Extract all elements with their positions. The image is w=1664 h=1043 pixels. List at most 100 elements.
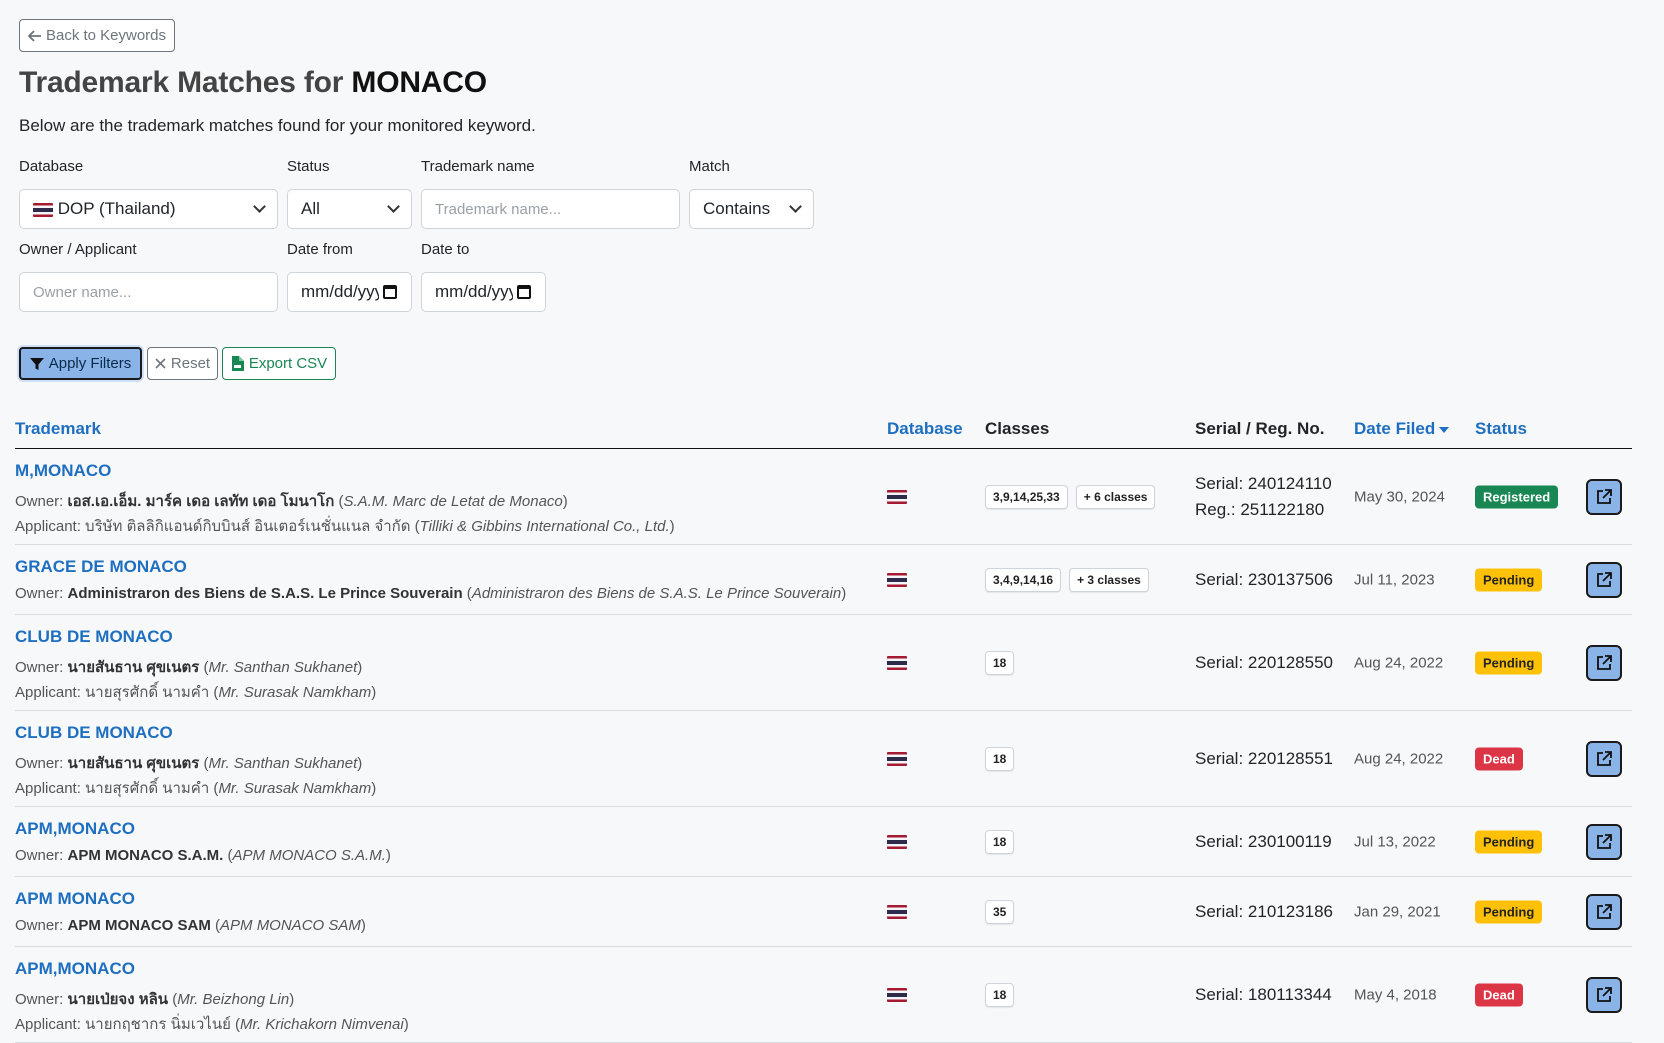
external-link-icon <box>1597 986 1612 1002</box>
chevron-down-icon <box>789 200 802 213</box>
serial-number: Serial: 180113344 <box>1195 984 1332 1004</box>
date-to-placeholder: mm/dd/yyyy <box>435 282 513 301</box>
column-header-database[interactable]: Database <box>887 419 963 439</box>
owner-name: APM MONACO SAM <box>67 917 211 934</box>
applicant-name: นายสุรศักดิ์ นามคำ <box>85 684 210 701</box>
column-header-status[interactable]: Status <box>1475 419 1527 439</box>
external-link-icon <box>1597 750 1612 766</box>
open-details-button[interactable] <box>1586 740 1622 777</box>
owner-name: เอส.เอ.เอ็ม. มาร์ค เดอ เลทัท เดอ โมนาโก <box>67 493 335 510</box>
date-to-input[interactable]: mm/dd/yyyy <box>421 272 546 312</box>
owner-input[interactable] <box>19 272 278 312</box>
owner-name-latin: APM MONACO S.A.M. <box>232 847 386 864</box>
owner-prefix: Owner: <box>15 493 68 510</box>
applicant-name: นายกฤชากร นิ่มเวไนย์ <box>85 1016 231 1033</box>
classes-cell: 18 <box>985 982 1015 1007</box>
thailand-flag-icon <box>33 202 53 217</box>
applicant-name: บริษัท ติลลิกิแอนด์กิบบินส์ อินเตอร์เนชั… <box>85 518 411 535</box>
trademark-name-link[interactable]: APM,MONACO <box>15 819 135 839</box>
status-value: All <box>301 199 320 218</box>
trademark-name-link[interactable]: CLUB DE MONACO <box>15 627 173 647</box>
owner-label: Owner / Applicant <box>19 241 137 258</box>
back-label: Back to Keywords <box>45 27 167 44</box>
trademark-name-link[interactable]: APM,MONACO <box>15 959 135 979</box>
trademark-name-label: Trademark name <box>421 158 535 175</box>
serial-cell: Serial: 180113344 <box>1195 982 1332 1008</box>
thailand-flag-icon <box>887 834 907 849</box>
owner-line: Owner: นายสันธาน ศุขเนตร (Mr. Santhan Su… <box>15 659 363 676</box>
date-filed: Aug 24, 2022 <box>1354 654 1444 671</box>
classes-cell: 18 <box>985 650 1015 675</box>
owner-name: นายเป่ยจง หลิน <box>67 991 169 1008</box>
date-filed-header-label: Date Filed <box>1354 419 1436 438</box>
trademark-results-table: Trademark Database Classes Serial / Reg.… <box>15 411 1632 1043</box>
calendar-icon[interactable] <box>517 285 531 299</box>
owner-name-latin: APM MONACO SAM <box>220 917 361 934</box>
serial-number: Serial: 240124110 <box>1195 473 1332 493</box>
date-filed: Aug 24, 2022 <box>1354 750 1444 767</box>
class-badge: 18 <box>985 746 1015 771</box>
classes-cell: 3,4,9,14,16 + 3 classes <box>985 567 1149 592</box>
class-badge: 18 <box>985 982 1015 1007</box>
trademark-name-input[interactable] <box>421 189 680 229</box>
trademark-name-link[interactable]: M,MONACO <box>15 461 111 481</box>
open-details-button[interactable] <box>1586 478 1622 515</box>
serial-cell: Serial: 210123186 <box>1195 899 1333 925</box>
owner-line: Owner: APM MONACO S.A.M. (APM MONACO S.A… <box>15 847 391 864</box>
database-select[interactable]: DOP (Thailand) <box>19 189 278 229</box>
applicant-name-latin: Mr. Surasak Namkham <box>218 684 372 701</box>
more-classes-badge[interactable]: + 3 classes <box>1069 567 1149 592</box>
reset-button[interactable]: Reset <box>147 347 218 380</box>
class-badge: 18 <box>985 829 1015 854</box>
class-badge: 35 <box>985 899 1015 924</box>
date-from-input[interactable]: mm/dd/yyyy <box>287 272 412 312</box>
table-row: APM,MONACO Owner: นายเป่ยจง หลิน (Mr. Be… <box>15 947 1632 1043</box>
open-details-button[interactable] <box>1586 893 1622 930</box>
classes-cell: 18 <box>985 746 1015 771</box>
owner-name: APM MONACO S.A.M. <box>67 847 224 864</box>
open-details-button[interactable] <box>1586 644 1622 681</box>
match-select[interactable]: Contains <box>689 189 814 229</box>
column-header-trademark[interactable]: Trademark <box>15 419 101 439</box>
table-header: Trademark Database Classes Serial / Reg.… <box>15 411 1632 449</box>
table-row: M,MONACO Owner: เอส.เอ.เอ็ม. มาร์ค เดอ เ… <box>15 449 1632 545</box>
thailand-flag-icon <box>887 904 907 919</box>
owner-name-latin: Mr. Santhan Sukhanet <box>208 755 358 772</box>
title-keyword: MONACO <box>351 66 487 99</box>
applicant-name-latin: Mr. Krichakorn Nimvenai <box>240 1016 404 1033</box>
applicant-line: Applicant: นายสุรศักดิ์ นามคำ (Mr. Suras… <box>15 684 377 701</box>
external-link-icon <box>1597 903 1612 919</box>
date-filed: Jul 11, 2023 <box>1354 571 1435 588</box>
table-row: APM MONACO Owner: APM MONACO SAM (APM MO… <box>15 877 1632 947</box>
apply-filters-label: Apply Filters <box>48 355 132 372</box>
export-csv-label: Export CSV <box>248 355 328 372</box>
class-badge: 18 <box>985 650 1015 675</box>
open-details-button[interactable] <box>1586 823 1622 860</box>
table-row: CLUB DE MONACO Owner: นายสันธาน ศุขเนตร … <box>15 615 1632 711</box>
open-details-button[interactable] <box>1586 976 1622 1013</box>
serial-number: Serial: 220128550 <box>1195 652 1334 672</box>
owner-name-latin: S.A.M. Marc de Letat de Monaco <box>343 493 563 510</box>
close-icon <box>155 358 166 369</box>
page-title: Trademark Matches for MONACO <box>19 66 487 100</box>
title-prefix: Trademark Matches for <box>19 66 352 99</box>
status-select[interactable]: All <box>287 189 412 229</box>
trademark-name-link[interactable]: GRACE DE MONACO <box>15 557 187 577</box>
more-classes-badge[interactable]: + 6 classes <box>1075 484 1156 509</box>
applicant-prefix: Applicant: <box>15 518 86 535</box>
applicant-name-latin: Mr. Surasak Namkham <box>218 780 372 797</box>
export-csv-button[interactable]: Export CSV <box>222 347 336 380</box>
owner-line: Owner: นายเป่ยจง หลิน (Mr. Beizhong Lin) <box>15 991 295 1008</box>
open-details-button[interactable] <box>1586 561 1622 598</box>
classes-cell: 35 <box>985 899 1015 924</box>
apply-filters-button[interactable]: Apply Filters <box>19 347 142 380</box>
column-header-date-filed[interactable]: Date Filed <box>1354 419 1450 439</box>
owner-line: Owner: Administraron des Biens de S.A.S.… <box>15 585 847 602</box>
calendar-icon[interactable] <box>383 285 397 299</box>
trademark-name-link[interactable]: CLUB DE MONACO <box>15 723 173 743</box>
serial-number: Serial: 220128551 <box>1195 748 1334 768</box>
back-to-keywords-button[interactable]: Back to Keywords <box>19 19 175 52</box>
applicant-line: Applicant: นายสุรศักดิ์ นามคำ (Mr. Suras… <box>15 780 377 797</box>
trademark-name-link[interactable]: APM MONACO <box>15 889 135 909</box>
reset-label: Reset <box>170 355 211 372</box>
